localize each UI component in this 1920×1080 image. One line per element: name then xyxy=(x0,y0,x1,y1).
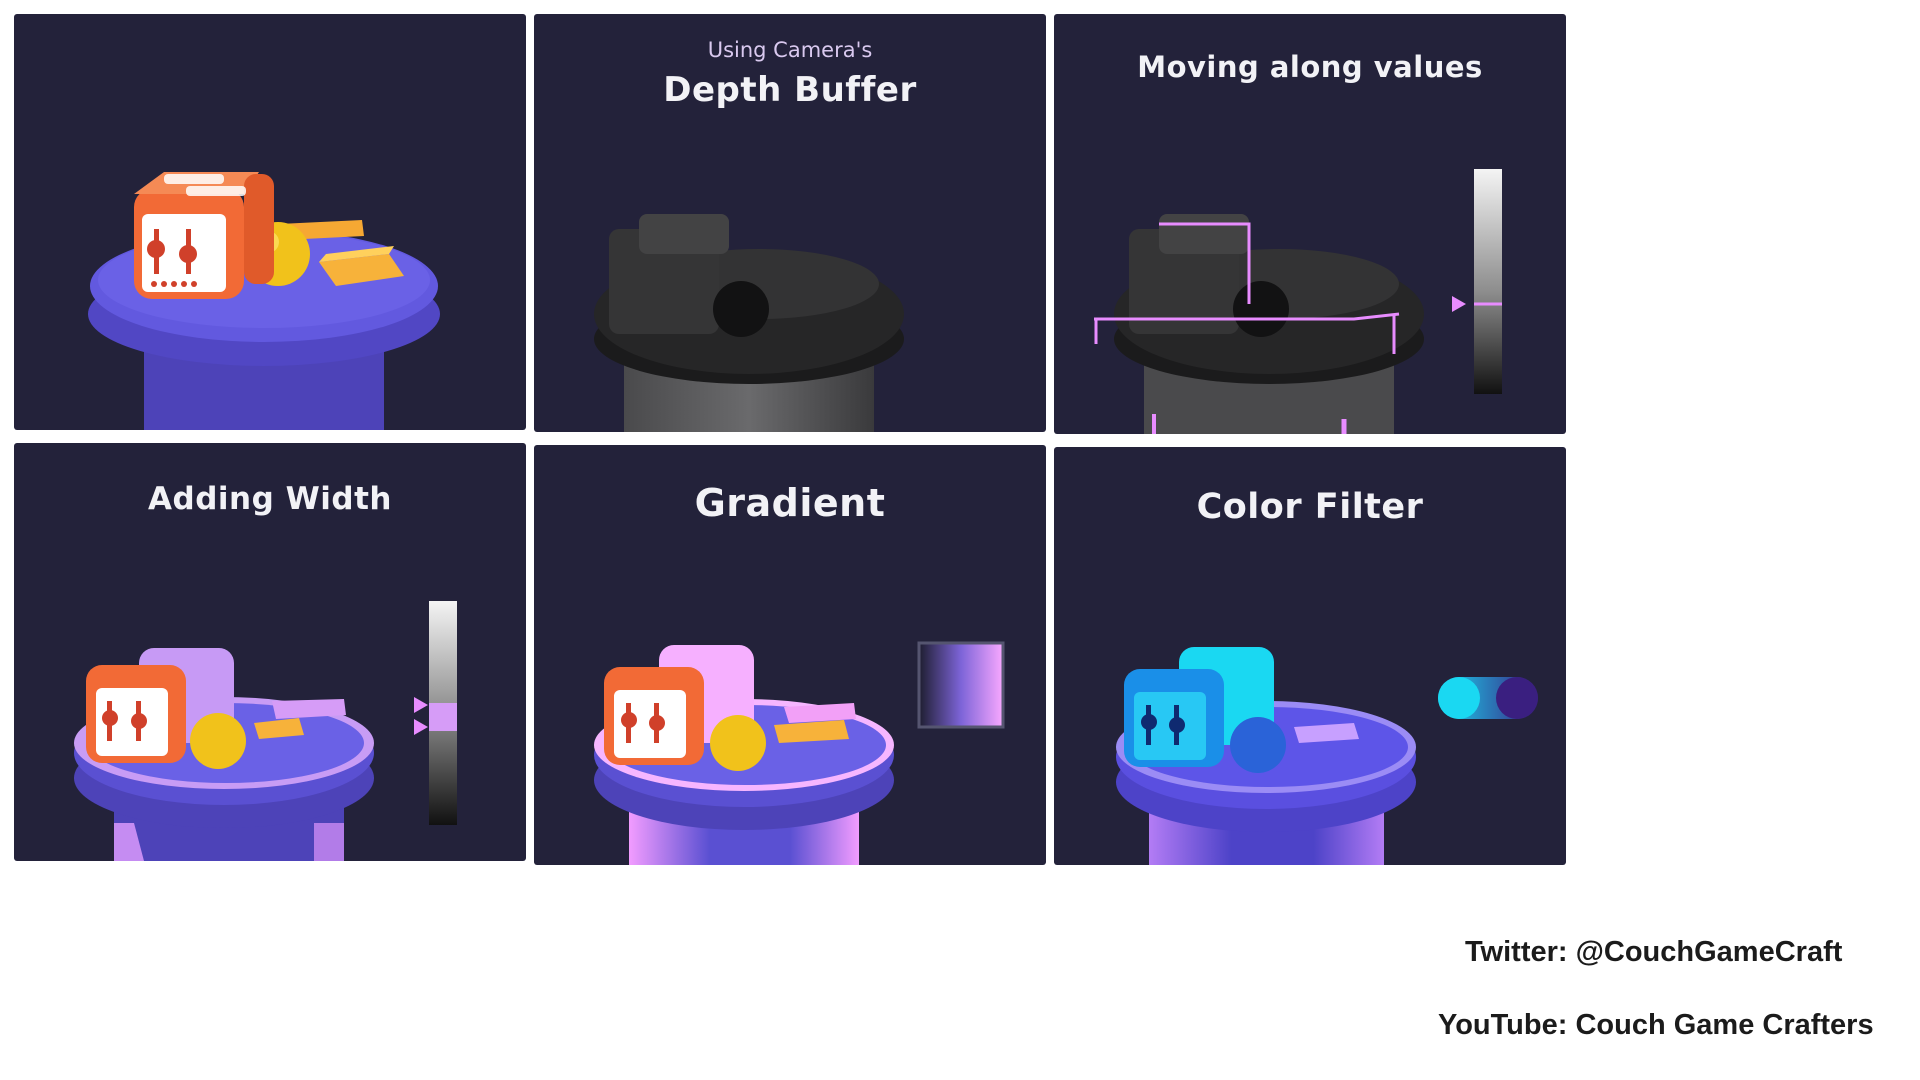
marker-triangle-icon xyxy=(414,719,428,735)
toaster-scene-illustration xyxy=(88,172,440,430)
depth-scene-illustration xyxy=(594,214,904,432)
panel-original-render xyxy=(14,14,526,430)
panel-depth-buffer: Using Camera's Depth Buffer xyxy=(534,14,1046,432)
depth-gradient-bar-icon xyxy=(1474,169,1502,394)
marker-triangle-icon xyxy=(1452,296,1466,312)
color-filter-scene-illustration xyxy=(1116,647,1538,865)
toaster-icon xyxy=(134,172,274,299)
youtube-credit: YouTube: Couch Game Crafters xyxy=(1438,1009,1874,1041)
panel-moving-along-values: Moving along values xyxy=(1054,14,1566,434)
twitter-credit: Twitter: @CouchGameCraft xyxy=(1465,936,1843,968)
marker-triangle-icon xyxy=(414,697,428,713)
color-toggle-icon xyxy=(1438,677,1538,719)
depth-gradient-bar-icon xyxy=(429,601,457,825)
gradient-swatch-icon xyxy=(917,641,1005,729)
panel-color-filter: Color Filter xyxy=(1054,447,1566,865)
width-scene-illustration xyxy=(74,601,457,861)
panel-adding-width: Adding Width xyxy=(14,443,526,861)
depth-slice-scene-illustration xyxy=(1094,169,1502,434)
panel-gradient: Gradient xyxy=(534,445,1046,865)
gradient-scene-illustration xyxy=(594,641,1005,865)
